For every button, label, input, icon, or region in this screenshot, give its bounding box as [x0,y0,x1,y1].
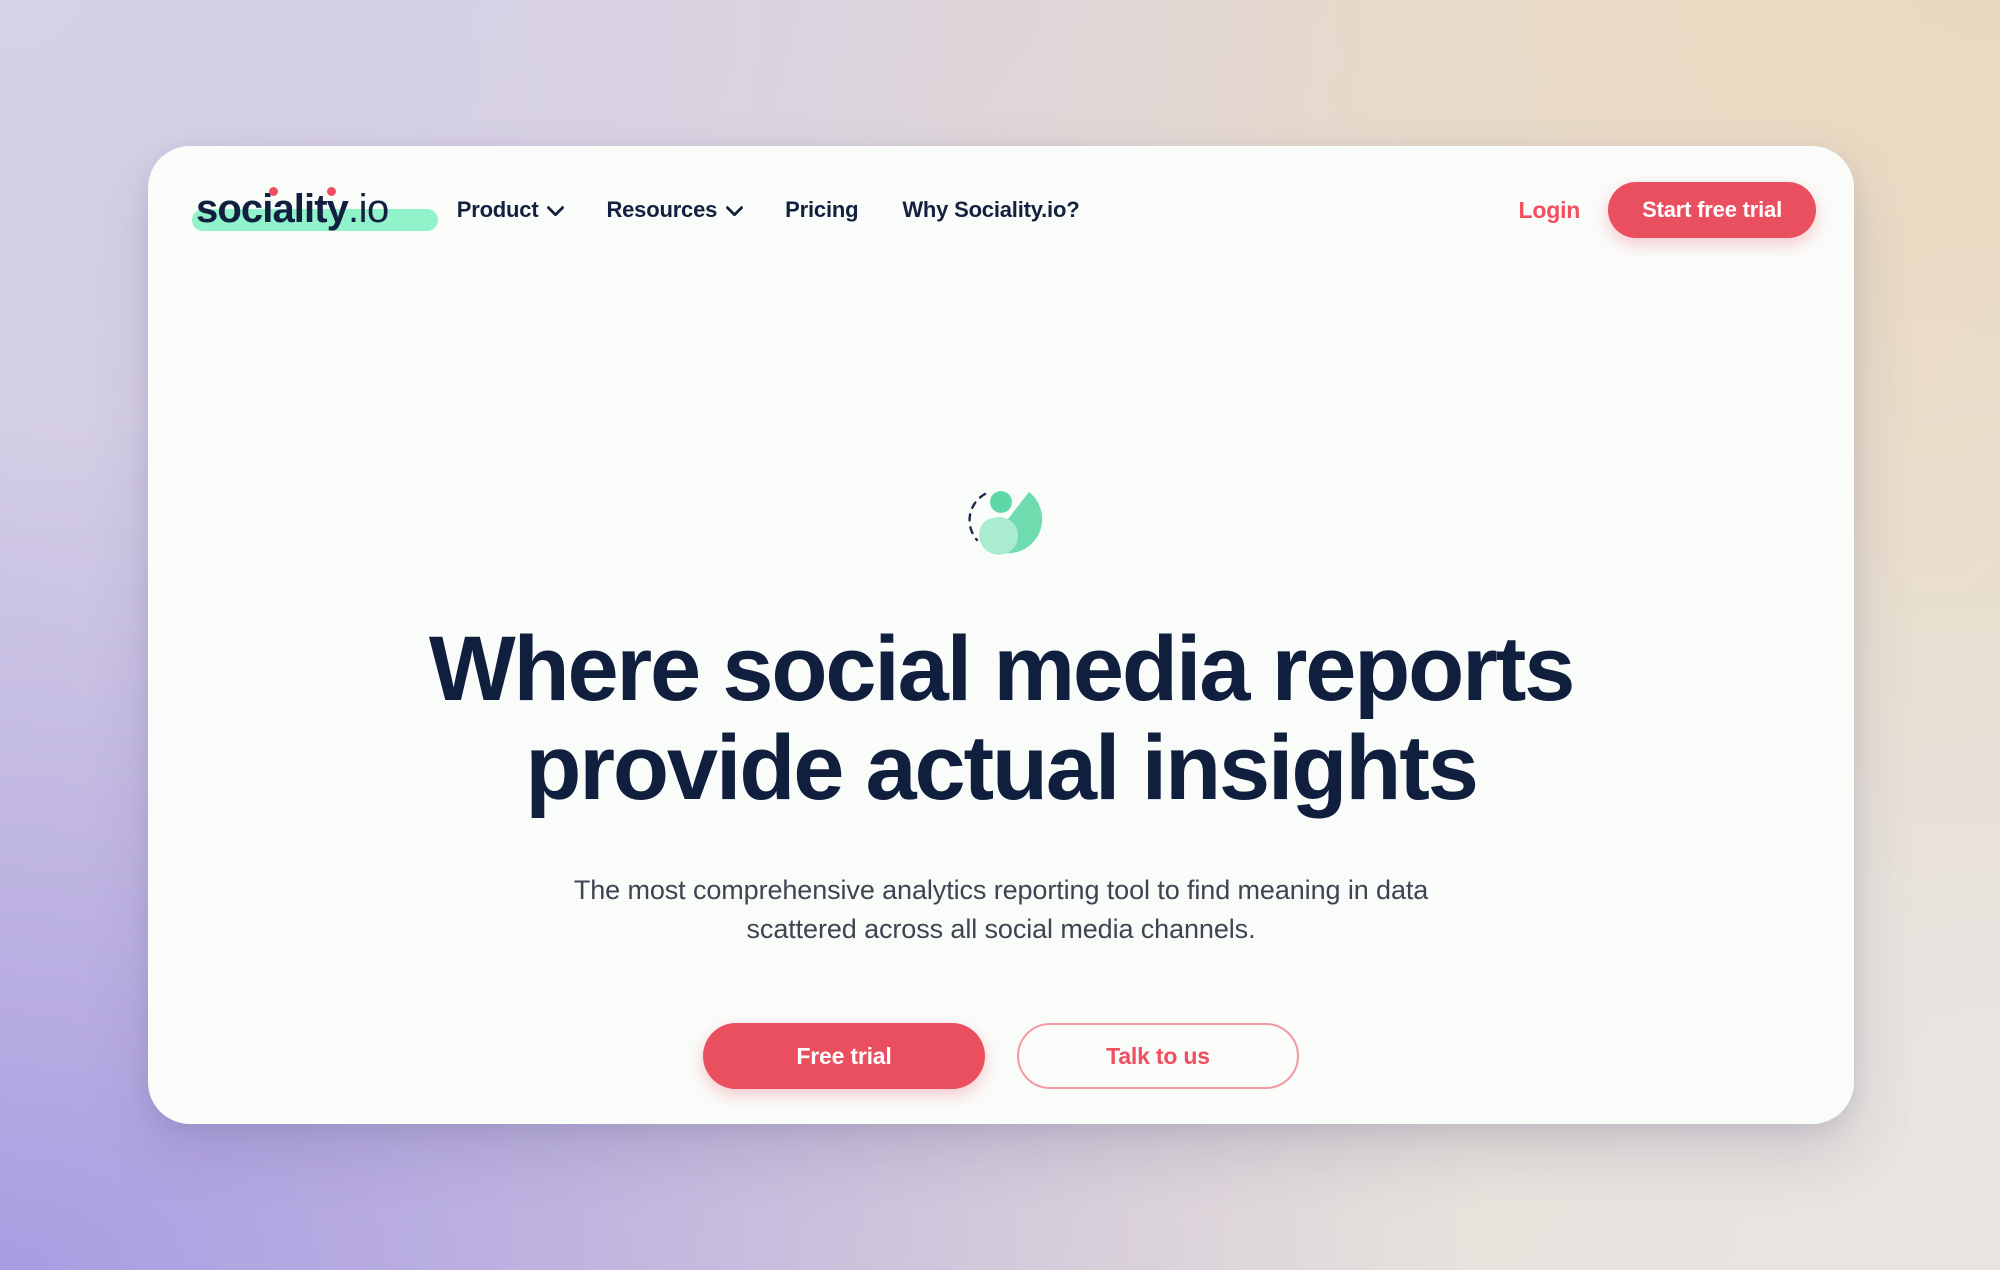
hero-subtitle-line-2: scattered across all social media channe… [746,913,1256,944]
hero-cta-group: Free trial Talk to us [148,1023,1854,1089]
nav-item-why-sociality[interactable]: Why Sociality.io? [902,197,1079,223]
chevron-down-icon [725,197,744,217]
hero-subtitle: The most comprehensive analytics reporti… [551,871,1451,949]
hero-title-line-1: Where social media reports [428,618,1576,720]
logo-dot-icon [327,187,336,196]
hero-section: Where social media reports provide actua… [148,274,1854,1089]
nav-label: Pricing [785,197,859,222]
nav-item-product[interactable]: Product [456,197,566,223]
logo-dot-icon [269,187,278,196]
main-nav: Product Resources Pricing Why Sociality.… [457,197,1080,223]
nav-item-resources[interactable]: Resources [606,197,744,223]
nav-label: Resources [606,197,718,222]
sociality-glyph-icon [968,491,1043,555]
logo[interactable]: sociality.io [190,185,438,235]
nav-item-pricing[interactable]: Pricing [785,197,858,223]
logo-wordmark: sociality.io [196,187,389,231]
header-actions: Login Start free trial [1519,182,1816,238]
chevron-down-icon [546,197,566,217]
site-card: sociality.io Product Resources Pricing W… [148,146,1854,1124]
site-header: sociality.io Product Resources Pricing W… [148,146,1854,274]
login-link[interactable]: Login [1519,197,1581,224]
hero-subtitle-line-1: The most comprehensive analytics reporti… [573,874,1429,905]
hero-title-line-2: provide actual insights [525,717,1479,820]
nav-label: Product [456,197,539,222]
page-title: Where social media reports provide actua… [341,618,1661,820]
page-background: sociality.io Product Resources Pricing W… [0,0,2000,1270]
talk-to-us-button[interactable]: Talk to us [1017,1023,1299,1089]
start-free-trial-button[interactable]: Start free trial [1608,182,1816,238]
free-trial-button[interactable]: Free trial [703,1023,985,1089]
logo-suffix: .io [347,187,389,231]
nav-label: Why Sociality.io? [902,197,1080,222]
